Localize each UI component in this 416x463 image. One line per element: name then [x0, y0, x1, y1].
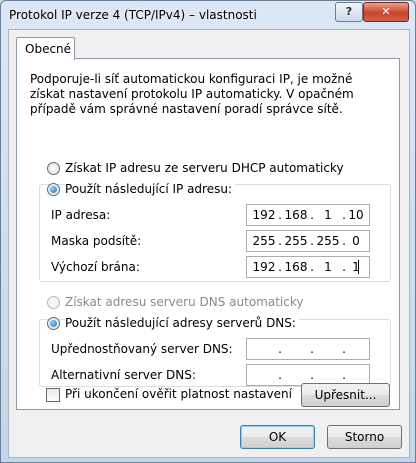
- mask-octet-3: 255: [316, 234, 340, 248]
- radio-dns-auto[interactable]: [47, 296, 60, 309]
- gateway-octet-1: 192: [252, 260, 276, 274]
- radio-ip-auto-label: Získat IP adresu ze serveru DHCP automat…: [65, 161, 344, 175]
- validate-checkbox[interactable]: [46, 388, 60, 402]
- dialog-client: Obecné Podporuje-li síť automatickou kon…: [8, 29, 410, 458]
- gateway-octet-4: 1: [352, 260, 360, 274]
- dot-icon: .: [278, 260, 282, 274]
- gateway-octet-3: 1: [324, 260, 332, 274]
- dialog-window: Protokol IP verze 4 (TCP/IPv4) – vlastno…: [0, 0, 416, 463]
- close-button[interactable]: ✕: [363, 2, 409, 22]
- ok-button[interactable]: OK: [240, 425, 315, 449]
- dot-icon: .: [342, 368, 346, 382]
- dot-icon: .: [342, 342, 346, 356]
- preferred-dns-field[interactable]: . . .: [246, 338, 370, 360]
- default-gateway-label: Výchozí brána:: [51, 260, 140, 274]
- radio-dns-auto-label: Získat adresu serveru DNS automaticky: [65, 295, 304, 309]
- dot-icon: .: [310, 234, 314, 248]
- gateway-octet-2: 168: [284, 260, 308, 274]
- subnet-mask-field[interactable]: 255 . 255 . 255 . 0: [246, 230, 370, 252]
- dot-icon: .: [310, 342, 314, 356]
- tab-general[interactable]: Obecné: [16, 37, 75, 60]
- radio-dns-manual[interactable]: [47, 317, 60, 330]
- dot-icon: .: [278, 234, 282, 248]
- radio-dns-manual-label: Použít následující adresy serverů DNS:: [65, 316, 299, 330]
- radio-ip-manual-label: Použít následující IP adresu:: [65, 182, 235, 196]
- mask-octet-1: 255: [252, 234, 276, 248]
- dot-icon: .: [310, 260, 314, 274]
- text-cursor: [358, 260, 359, 274]
- description-text: Podporuje-li síť automatickou konfigurac…: [30, 72, 354, 116]
- ip-octet-1: 192: [252, 208, 276, 222]
- dot-icon: .: [278, 208, 282, 222]
- dot-icon: .: [278, 368, 282, 382]
- dot-icon: .: [310, 368, 314, 382]
- general-panel: Podporuje-li síť automatickou konfigurac…: [16, 58, 400, 410]
- ip-octet-4: 10: [348, 208, 364, 222]
- mask-octet-4: 0: [352, 234, 360, 248]
- help-button[interactable]: ?: [335, 2, 363, 22]
- validate-checkbox-label: Při ukončení ověřit platnost nastavení: [65, 387, 292, 401]
- ip-octet-3: 1: [324, 208, 332, 222]
- window-title: Protokol IP verze 4 (TCP/IPv4) – vlastno…: [9, 8, 257, 22]
- radio-ip-manual[interactable]: [47, 183, 60, 196]
- cancel-button[interactable]: Storno: [327, 425, 402, 449]
- radio-ip-auto[interactable]: [47, 162, 60, 175]
- dot-icon: .: [278, 342, 282, 356]
- subnet-mask-label: Maska podsítě:: [51, 234, 142, 248]
- ip-address-label: IP adresa:: [51, 208, 111, 222]
- ip-octet-2: 168: [284, 208, 308, 222]
- advanced-button[interactable]: Upřesnit...: [301, 383, 390, 407]
- alternate-dns-label: Alternativní server DNS:: [51, 368, 196, 382]
- default-gateway-field[interactable]: 192 . 168 . 1 . 1: [246, 256, 370, 278]
- tab-general-label: Obecné: [25, 42, 72, 56]
- dot-icon: .: [310, 208, 314, 222]
- ip-address-field[interactable]: 192 . 168 . 1 . 10: [246, 204, 370, 226]
- preferred-dns-label: Upřednostňovaný server DNS:: [51, 342, 233, 356]
- mask-octet-2: 255: [284, 234, 308, 248]
